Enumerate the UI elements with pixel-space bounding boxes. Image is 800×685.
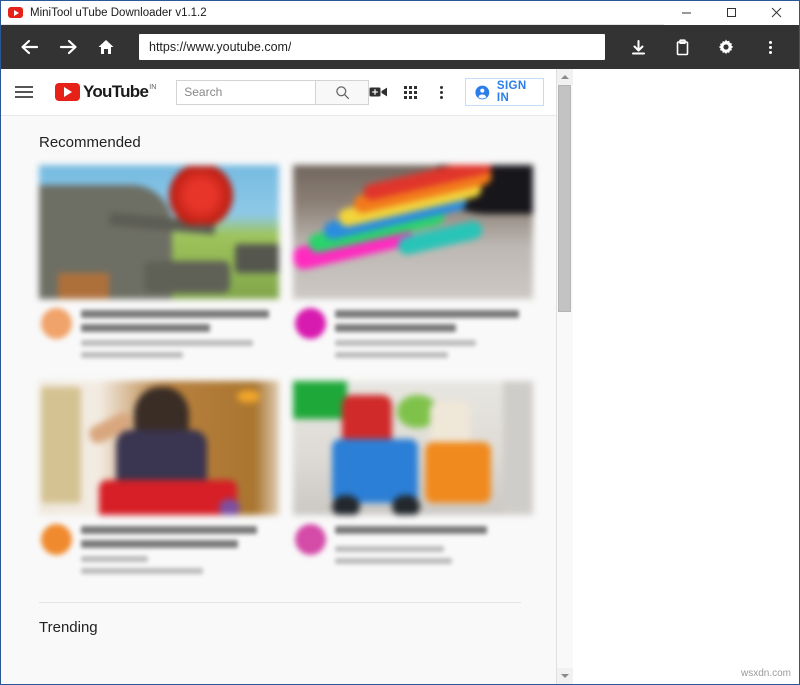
webview-container: YouTube IN Search (1, 69, 573, 684)
section-title-recommended: Recommended (39, 134, 538, 151)
back-arrow-icon (20, 38, 40, 56)
clipboard-icon (674, 39, 691, 56)
youtube-logo-text: YouTube (83, 83, 148, 101)
back-button[interactable] (11, 28, 49, 66)
forward-button[interactable] (49, 28, 87, 66)
video-card[interactable] (39, 165, 279, 364)
video-card[interactable] (293, 381, 533, 580)
video-text-lines (335, 524, 531, 570)
video-channel-line (335, 340, 476, 346)
video-text-lines (81, 308, 277, 364)
scroll-down-icon (561, 674, 569, 678)
video-thumbnail[interactable] (39, 165, 279, 299)
video-stats-line (81, 568, 203, 574)
browser-toolbar: https://www.youtube.com/ (1, 25, 799, 69)
more-vertical-icon (762, 41, 778, 54)
channel-avatar[interactable] (295, 308, 326, 339)
video-text-lines (81, 524, 277, 580)
video-title-line (81, 540, 238, 548)
apps-grid-icon (404, 86, 417, 99)
video-channel-line (81, 340, 253, 346)
video-camera-plus-icon (369, 85, 388, 99)
maximize-button[interactable] (709, 1, 754, 25)
video-meta (39, 515, 279, 580)
youtube-more-button[interactable] (433, 86, 449, 99)
clipboard-button[interactable] (663, 28, 701, 66)
search-button[interactable] (316, 80, 369, 105)
create-video-button[interactable] (369, 85, 388, 99)
video-stats-line (335, 558, 453, 564)
youtube-play-icon (55, 83, 80, 101)
title-bar: MiniTool uTube Downloader v1.1.2 (1, 1, 799, 25)
video-thumbnail[interactable] (293, 165, 533, 299)
url-bar[interactable]: https://www.youtube.com/ (139, 34, 605, 60)
channel-avatar[interactable] (295, 524, 326, 555)
search-input[interactable]: Search (176, 80, 316, 105)
video-title-line (335, 324, 457, 332)
video-card[interactable] (39, 381, 279, 580)
url-text: https://www.youtube.com/ (149, 40, 291, 54)
toolbar-actions (619, 28, 789, 66)
settings-button[interactable] (707, 28, 745, 66)
video-meta (293, 299, 533, 364)
home-icon (97, 38, 115, 56)
video-meta (39, 299, 279, 364)
sign-in-button[interactable]: SIGN IN (465, 78, 544, 106)
video-stats-line (81, 352, 183, 358)
video-stats-line (335, 352, 449, 358)
more-vertical-icon (433, 86, 449, 99)
search-bar: Search (176, 80, 369, 105)
gear-icon (717, 38, 735, 56)
video-title-line (81, 324, 210, 332)
search-icon (335, 85, 350, 100)
youtube-header-actions: SIGN IN (369, 78, 546, 106)
account-circle-icon (475, 83, 490, 102)
youtube-play-icon (8, 7, 23, 18)
watermark: wsxdn.com (741, 668, 791, 679)
video-title-line (81, 526, 257, 534)
video-title-line (81, 310, 269, 318)
video-card[interactable] (293, 165, 533, 364)
channel-avatar[interactable] (41, 524, 72, 555)
title-bar-left: MiniTool uTube Downloader v1.1.2 (1, 7, 664, 19)
scroll-up-icon (561, 75, 569, 79)
close-button[interactable] (754, 1, 799, 25)
app-window: MiniTool uTube Downloader v1.1.2 (0, 0, 800, 685)
scroll-down-button[interactable] (557, 668, 573, 684)
content-area: YouTube IN Search (1, 69, 799, 684)
apps-grid-button[interactable] (404, 86, 417, 99)
youtube-body: Recommended (1, 116, 556, 636)
video-meta (293, 515, 533, 570)
scrollbar-track[interactable] (557, 85, 573, 668)
section-divider (39, 602, 521, 603)
youtube-country-code: IN (149, 83, 156, 92)
scrollbar-thumb[interactable] (558, 85, 571, 312)
right-blank-pane: wsxdn.com (573, 69, 799, 684)
home-button[interactable] (87, 28, 125, 66)
video-channel-line (81, 556, 148, 562)
video-title-line (335, 310, 519, 318)
window-controls (664, 1, 799, 25)
forward-arrow-icon (58, 38, 78, 56)
more-menu-button[interactable] (751, 28, 789, 66)
section-title-trending: Trending (39, 619, 538, 636)
download-icon (630, 39, 647, 56)
youtube-logo[interactable]: YouTube IN (55, 83, 156, 101)
video-grid (39, 165, 538, 580)
video-thumbnail[interactable] (293, 381, 533, 515)
video-title-line (335, 526, 488, 534)
video-channel-line (335, 546, 445, 552)
sign-in-label: SIGN IN (497, 80, 532, 104)
download-button[interactable] (619, 28, 657, 66)
youtube-header: YouTube IN Search (1, 69, 556, 116)
app-title: MiniTool uTube Downloader v1.1.2 (30, 7, 207, 19)
video-text-lines (335, 308, 531, 364)
youtube-page: YouTube IN Search (1, 69, 556, 684)
hamburger-menu-icon[interactable] (15, 86, 39, 98)
vertical-scrollbar[interactable] (556, 69, 572, 684)
scroll-up-button[interactable] (557, 69, 573, 85)
minimize-button[interactable] (664, 1, 709, 25)
channel-avatar[interactable] (41, 308, 72, 339)
video-thumbnail[interactable] (39, 381, 279, 515)
